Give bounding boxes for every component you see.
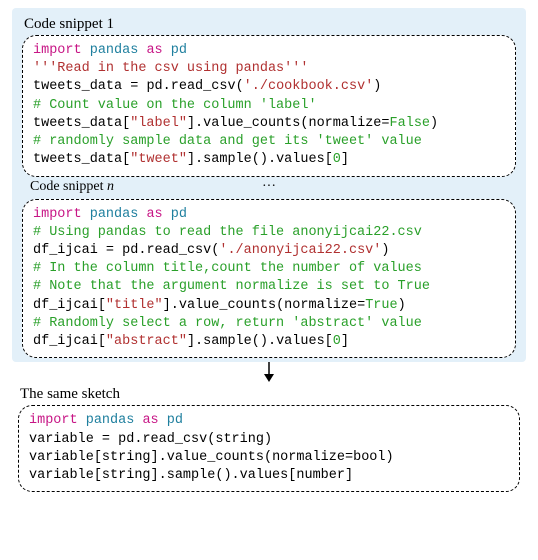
bool-false: False bbox=[390, 116, 431, 131]
alias-pd: pd bbox=[171, 43, 187, 58]
value-counts-call: value_counts bbox=[203, 116, 300, 131]
module-pandas: pandas bbox=[90, 207, 139, 222]
pd-ref: pd bbox=[118, 432, 134, 447]
placeholder-variable: variable bbox=[29, 450, 94, 465]
value-counts-call: value_counts bbox=[167, 450, 264, 465]
comment-sample: # randomly sample data and get its 'twee… bbox=[33, 134, 422, 149]
keyword-as: as bbox=[146, 207, 162, 222]
keyword-import: import bbox=[33, 43, 82, 58]
code-snippet-1: import pandas as pd '''Read in the csv u… bbox=[22, 35, 516, 177]
sample-call: sample bbox=[203, 334, 252, 349]
placeholder-string: string bbox=[102, 450, 151, 465]
pd-ref: pd bbox=[122, 243, 138, 258]
comment-column-title: # In the column title,count the number o… bbox=[33, 261, 422, 276]
placeholder-bool: bool bbox=[353, 450, 385, 465]
index-0: 0 bbox=[333, 334, 341, 349]
arrow-down-icon bbox=[262, 362, 276, 382]
snippet-n-italic: n bbox=[107, 179, 114, 194]
equals: = bbox=[122, 79, 146, 94]
comment-count: # Count value on the column 'label' bbox=[33, 98, 317, 113]
snippet-1-label: Code snippet 1 bbox=[24, 16, 522, 33]
read-csv-call: read_csv bbox=[146, 243, 211, 258]
comment-normalize-true: # Note that the argument normalize is se… bbox=[33, 279, 430, 294]
read-csv-call: read_csv bbox=[171, 79, 236, 94]
var-df-ijcai: df_ijcai bbox=[33, 334, 98, 349]
values-attr: values bbox=[240, 468, 289, 483]
keyword-as: as bbox=[142, 413, 158, 428]
comment-read-file: # Using pandas to read the file anonyijc… bbox=[33, 225, 422, 240]
var-tweets-data: tweets_data bbox=[33, 116, 122, 131]
ellipsis-icon: ··· bbox=[262, 179, 276, 195]
value-counts-call: value_counts bbox=[179, 298, 276, 313]
module-pandas: pandas bbox=[90, 43, 139, 58]
keyword-import: import bbox=[29, 413, 78, 428]
var-df-ijcai: df_ijcai bbox=[33, 298, 98, 313]
key-title: "title" bbox=[106, 298, 163, 313]
kwarg-normalize: normalize bbox=[284, 298, 357, 313]
code-sketch: import pandas as pd variable = pd.read_c… bbox=[18, 405, 520, 492]
placeholder-string: string bbox=[102, 468, 151, 483]
keyword-import: import bbox=[33, 207, 82, 222]
var-df-ijcai: df_ijcai bbox=[33, 243, 98, 258]
snippet-n-label: Code snippet bbox=[30, 179, 104, 194]
key-tweet: "tweet" bbox=[130, 152, 187, 167]
key-label: "label" bbox=[130, 116, 187, 131]
snippet-n-label-row: Code snippet n ··· bbox=[16, 179, 522, 197]
index-0: 0 bbox=[333, 152, 341, 167]
sample-call: sample bbox=[203, 152, 252, 167]
code-snippet-n: import pandas as pd # Using pandas to re… bbox=[22, 199, 516, 359]
placeholder-string: string bbox=[215, 432, 264, 447]
csv-path: './cookbook.csv' bbox=[244, 79, 374, 94]
var-tweets-data: tweets_data bbox=[33, 152, 122, 167]
dot: . bbox=[163, 79, 171, 94]
alias-pd: pd bbox=[167, 413, 183, 428]
kwarg-normalize: normalize bbox=[272, 450, 345, 465]
alias-pd: pd bbox=[171, 207, 187, 222]
sample-call: sample bbox=[167, 468, 216, 483]
bool-true: True bbox=[365, 298, 397, 313]
same-sketch-label: The same sketch bbox=[20, 386, 526, 403]
placeholder-number: number bbox=[296, 468, 345, 483]
placeholder-variable: variable bbox=[29, 432, 94, 447]
values-attr: values bbox=[276, 334, 325, 349]
key-abstract: "abstract" bbox=[106, 334, 187, 349]
kwarg-normalize: normalize bbox=[308, 116, 381, 131]
var-tweets-data: tweets_data bbox=[33, 79, 122, 94]
values-attr: values bbox=[276, 152, 325, 167]
docstring: '''Read in the csv using pandas''' bbox=[33, 61, 308, 76]
keyword-as: as bbox=[146, 43, 162, 58]
module-pandas: pandas bbox=[86, 413, 135, 428]
highlighted-snippets-group: Code snippet 1 import pandas as pd '''Re… bbox=[12, 8, 526, 362]
read-csv-call: read_csv bbox=[142, 432, 207, 447]
comment-random-select: # Randomly select a row, return 'abstrac… bbox=[33, 316, 422, 331]
csv-path: './anonyijcai22.csv' bbox=[219, 243, 381, 258]
placeholder-variable: variable bbox=[29, 468, 94, 483]
arrow-down-row bbox=[12, 362, 526, 388]
pd-ref: pd bbox=[146, 79, 162, 94]
